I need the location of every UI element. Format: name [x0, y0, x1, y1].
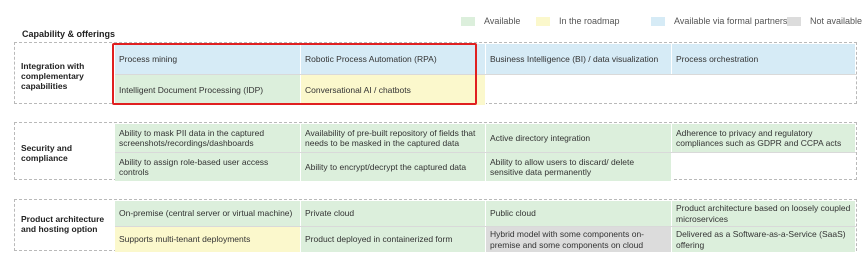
capability-cell: Hybrid model with some components on-pre…: [486, 227, 672, 252]
capability-cell: Active directory integration: [486, 124, 672, 152]
legend-item-available: Available: [461, 14, 520, 28]
section-2: Security and compliance Ability to mask P…: [14, 122, 857, 181]
legend-swatch: [787, 16, 801, 26]
capability-cell: Product deployed in containerized form: [301, 227, 486, 252]
capability-cell: Availability of pre-built repository of …: [301, 124, 486, 152]
legend-label: Available: [484, 16, 521, 26]
capability-cell: Business Intelligence (BI) / data visual…: [486, 44, 672, 74]
capability-cell: Ability to mask PII data in the captured…: [115, 124, 301, 152]
legend-label: Not available: [810, 16, 863, 26]
capability-cell: Process orchestration: [672, 44, 856, 74]
capability-cell: Product architecture based on loosely co…: [672, 201, 856, 226]
legend-label: In the roadmap: [559, 16, 620, 26]
highlight-box: [112, 43, 477, 105]
capability-cell: Delivered as a Software-as-a-Service (Sa…: [672, 227, 856, 252]
section-3: Product architecture and hosting option O…: [14, 199, 857, 252]
legend-swatch: [536, 16, 550, 26]
legend-swatch: [651, 16, 665, 26]
section-label: Product architecture and hosting option: [21, 214, 105, 234]
capability-cell: Ability to allow users to discard/ delet…: [486, 153, 672, 181]
legend-item-roadmap: In the roadmap: [536, 14, 620, 28]
legend-label: Available via formal partnership: [674, 16, 800, 26]
section-label: Security and compliance: [21, 143, 73, 163]
page-title: Capability & offerings: [22, 29, 116, 39]
capability-cell: Private cloud: [301, 201, 486, 226]
capability-cell: Ability to assign role-based user access…: [115, 153, 301, 181]
capability-cell: Adherence to privacy and regulatory comp…: [672, 124, 856, 152]
section-label: Integration with complementary capabilit…: [21, 61, 85, 91]
capability-cell: Ability to encrypt/decrypt the captured …: [301, 153, 486, 181]
capability-cell: Public cloud: [486, 201, 672, 226]
legend-item-partnership: Available via formal partnership: [651, 14, 799, 28]
capability-cell: On-premise (central server or virtual ma…: [115, 201, 301, 226]
legend-item-not-available: Not available: [787, 14, 862, 28]
legend-swatch: [461, 16, 475, 26]
capability-cell: Supports multi-tenant deployments: [115, 227, 301, 252]
